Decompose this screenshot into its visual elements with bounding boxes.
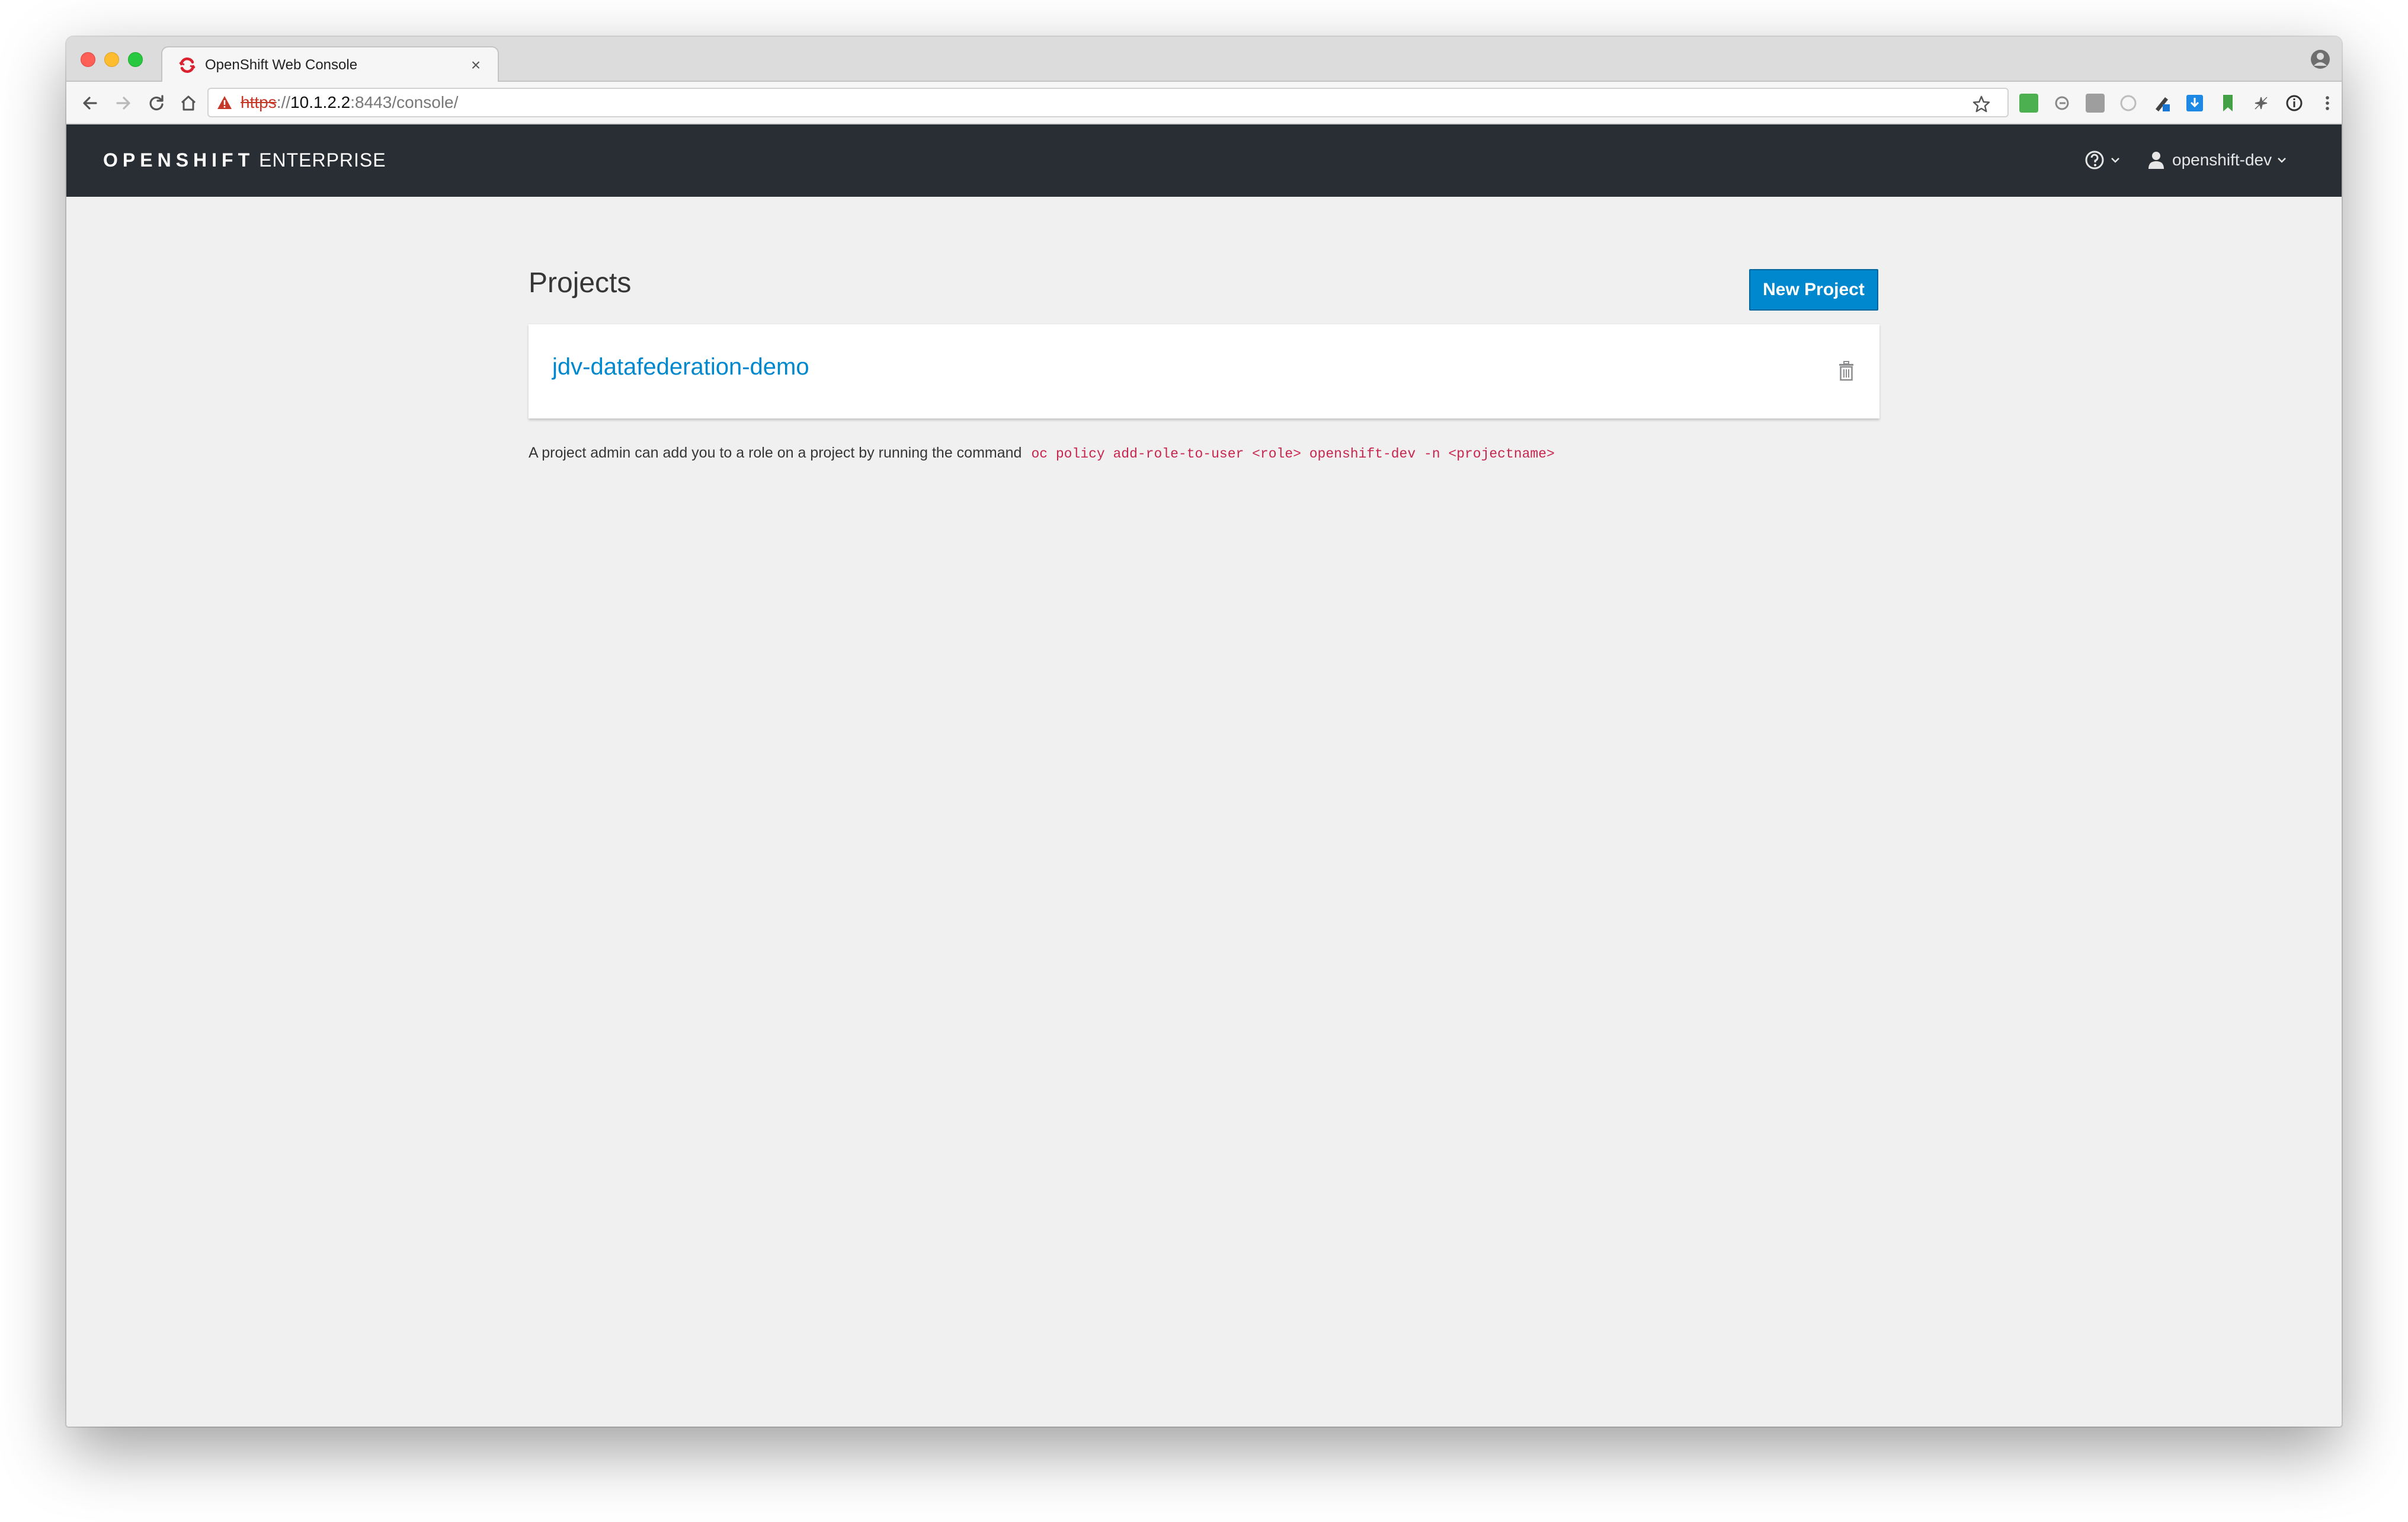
brand-name: OPENSHIFT xyxy=(103,149,255,171)
url-path: :8443/console/ xyxy=(350,93,459,111)
browser-tab[interactable]: OpenShift Web Console × xyxy=(161,46,499,83)
ext-puzzle-icon[interactable] xyxy=(2252,94,2271,113)
new-project-button[interactable]: New Project xyxy=(1749,269,1878,311)
bookmark-star-icon[interactable] xyxy=(1972,95,1991,114)
page-content: Projects New Project jdv-datafederation-… xyxy=(66,197,2342,1427)
browser-toolbar: https://10.1.2.2:8443/console/ xyxy=(66,82,2342,124)
role-help-text: A project admin can add you to a role on… xyxy=(529,445,1555,462)
url-separator: :// xyxy=(276,93,291,111)
address-bar[interactable]: https://10.1.2.2:8443/console/ xyxy=(207,88,2009,117)
ext-green-bookmark-icon[interactable] xyxy=(2218,94,2237,113)
browser-titlebar: OpenShift Web Console × xyxy=(66,37,2342,83)
brand-logo[interactable]: OPENSHIFT ENTERPRISE xyxy=(103,149,386,171)
question-circle-icon xyxy=(2085,151,2104,170)
chevron-down-icon xyxy=(2111,158,2119,163)
page-title: Projects xyxy=(529,267,632,299)
ext-pen-icon[interactable] xyxy=(2152,94,2171,113)
role-help-message: A project admin can add you to a role on… xyxy=(529,445,1022,461)
ext-info-icon[interactable] xyxy=(2285,94,2304,113)
help-menu-toggle[interactable] xyxy=(2084,148,2121,172)
ext-green-icon[interactable] xyxy=(2019,94,2038,113)
minimize-window-button[interactable] xyxy=(104,52,119,67)
app-navbar: OPENSHIFT ENTERPRISE openshift-dev xyxy=(66,124,2342,197)
user-menu-toggle[interactable]: openshift-dev xyxy=(2147,148,2287,172)
trash-icon[interactable] xyxy=(1838,361,1855,381)
project-name-link[interactable]: jdv-datafederation-demo xyxy=(552,354,809,380)
not-secure-warning-icon[interactable] xyxy=(217,95,232,110)
browser-window: OpenShift Web Console × https:// 10.1.2… xyxy=(66,37,2342,1427)
ext-download-icon[interactable] xyxy=(2185,94,2204,113)
user-name: openshift-dev xyxy=(2172,151,2272,169)
ext-ring-icon[interactable] xyxy=(2119,94,2138,113)
reload-icon[interactable] xyxy=(146,92,167,114)
brand-edition: ENTERPRISE xyxy=(259,149,386,171)
tab-close-icon[interactable]: × xyxy=(467,56,485,75)
openshift-favicon-icon xyxy=(179,57,196,73)
back-arrow-icon[interactable] xyxy=(79,92,101,114)
browser-profile-icon[interactable] xyxy=(2310,49,2331,70)
forward-arrow-icon[interactable] xyxy=(113,92,134,114)
project-list-item: jdv-datafederation-demo xyxy=(529,324,1879,418)
tab-title: OpenShift Web Console xyxy=(205,57,358,73)
home-icon[interactable] xyxy=(178,92,199,114)
more-menu-icon[interactable] xyxy=(2318,94,2337,113)
url-scheme: https xyxy=(241,93,277,111)
user-icon xyxy=(2148,152,2164,169)
role-command: oc policy add-role-to-user <role> opensh… xyxy=(1031,446,1555,462)
chevron-down-icon xyxy=(2278,158,2286,163)
url-host: 10.1.2.2 xyxy=(290,93,351,111)
maximize-window-button[interactable] xyxy=(128,52,143,67)
ext-circle-arrow-icon[interactable] xyxy=(2052,94,2071,113)
ext-gray-square-icon[interactable] xyxy=(2086,94,2105,113)
close-window-button[interactable] xyxy=(81,52,95,67)
